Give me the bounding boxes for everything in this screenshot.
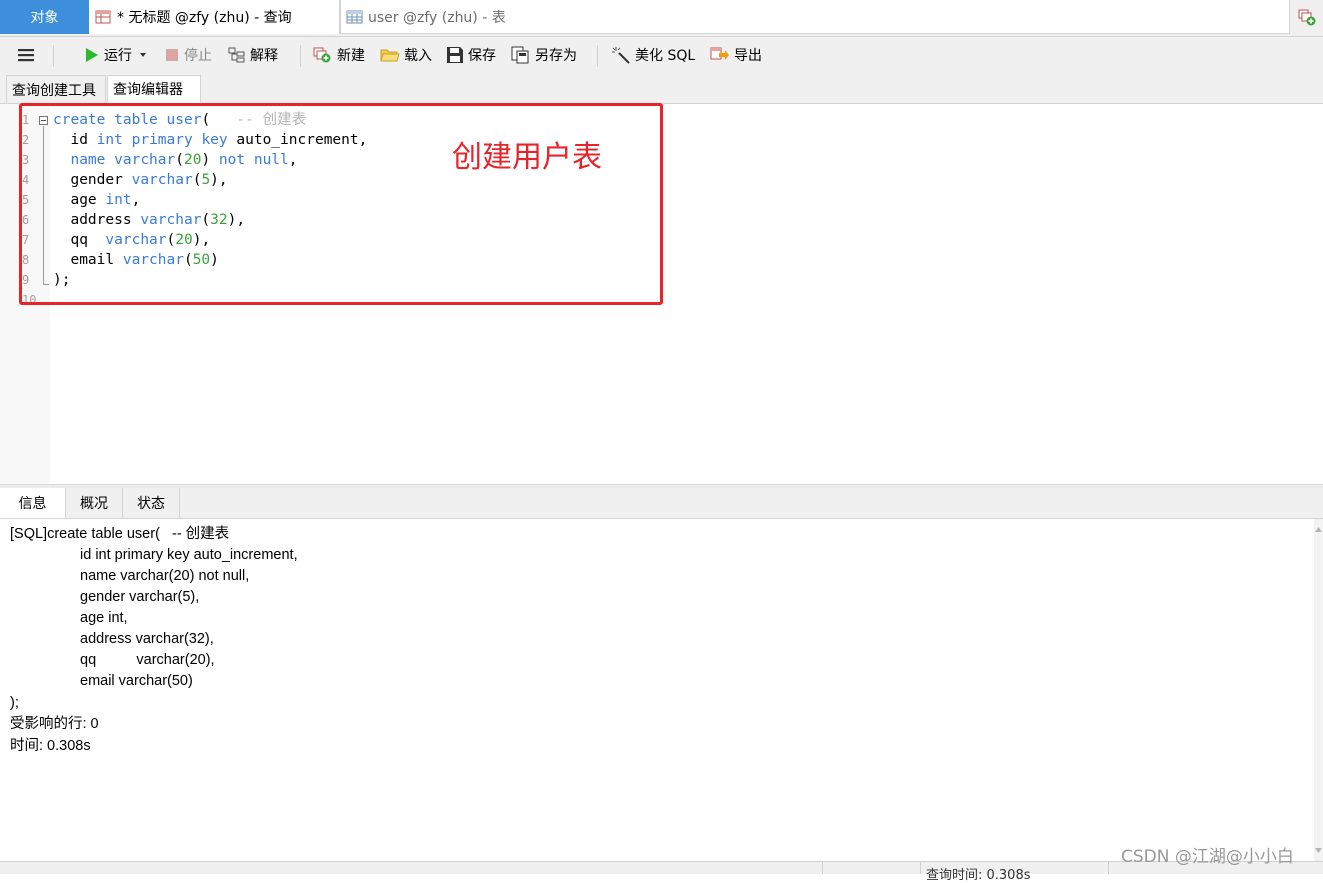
query-table-icon bbox=[95, 10, 111, 24]
tab-query-editor[interactable]: 查询编辑器 bbox=[107, 75, 201, 103]
save-as-label: 另存为 bbox=[535, 48, 577, 64]
scroll-up-icon[interactable] bbox=[1314, 525, 1323, 534]
save-as-icon bbox=[511, 46, 529, 64]
query-time: 查询时间: 0.308s bbox=[926, 868, 1031, 883]
status-separator bbox=[920, 862, 921, 874]
tab-query-editor-label: 查询编辑器 bbox=[113, 82, 183, 98]
tab-status-label: 状态 bbox=[137, 496, 165, 512]
output-line: ); bbox=[10, 695, 19, 711]
save-button[interactable]: 保存 bbox=[446, 37, 496, 73]
output-scrollbar[interactable] bbox=[1314, 519, 1323, 861]
new-button[interactable]: 新建 bbox=[313, 37, 365, 73]
output-line: email varchar(50) bbox=[80, 673, 193, 689]
magic-wand-icon bbox=[612, 47, 630, 64]
output-line: qq varchar(20), bbox=[80, 652, 215, 668]
save-icon bbox=[447, 47, 463, 63]
new-label: 新建 bbox=[337, 48, 365, 64]
stop-label: 停止 bbox=[184, 48, 212, 64]
toolbar-separator bbox=[300, 45, 301, 67]
output-line: age int, bbox=[80, 610, 128, 626]
explain-label: 解释 bbox=[250, 48, 278, 64]
tab-info-label: 信息 bbox=[18, 495, 47, 512]
sql-editor[interactable]: 1 2 3 4 5 6 7 8 9 10 create table user( … bbox=[0, 103, 1323, 484]
play-icon bbox=[86, 48, 98, 62]
tab-table-label: user @zfy (zhu) - 表 bbox=[368, 9, 506, 26]
status-separator bbox=[1108, 862, 1109, 874]
result-tabs: 信息 概况 状态 bbox=[0, 488, 1323, 519]
explain-icon bbox=[228, 47, 245, 63]
elapsed-time: 时间: 0.308s bbox=[10, 738, 91, 754]
toolbar-separator bbox=[53, 45, 54, 67]
run-button[interactable]: 运行 bbox=[84, 37, 152, 73]
tab-info[interactable]: 信息 bbox=[0, 488, 66, 518]
folder-open-icon bbox=[380, 49, 400, 62]
load-label: 载入 bbox=[404, 48, 432, 64]
export-icon bbox=[710, 47, 729, 60]
editor-mode-tabs: 查询创建工具 查询编辑器 bbox=[0, 73, 1323, 104]
tab-objects[interactable]: 对象 bbox=[0, 0, 89, 34]
menu-button[interactable] bbox=[17, 37, 39, 73]
table-icon bbox=[346, 10, 363, 23]
tab-query[interactable]: * 无标题 @zfy (zhu) - 查询 bbox=[89, 0, 340, 34]
tab-objects-label: 对象 bbox=[30, 10, 59, 26]
load-button[interactable]: 载入 bbox=[380, 37, 432, 73]
affected-rows: 受影响的行: 0 bbox=[10, 716, 99, 732]
output-line: gender varchar(5), bbox=[80, 589, 200, 605]
tab-overview[interactable]: 概况 bbox=[66, 488, 123, 518]
window-tab-bar: 对象 * 无标题 @zfy (zhu) - 查询 user @zfy (zhu)… bbox=[0, 0, 1323, 37]
scroll-down-icon[interactable] bbox=[1314, 846, 1323, 855]
stop-icon bbox=[166, 49, 178, 61]
message-output[interactable]: [SQL]create table user( -- 创建表 id int pr… bbox=[0, 519, 1314, 861]
hamburger-icon bbox=[18, 49, 34, 62]
tab-table[interactable]: user @zfy (zhu) - 表 bbox=[340, 0, 1290, 34]
new-tab-button[interactable] bbox=[1290, 0, 1323, 34]
save-label: 保存 bbox=[468, 48, 496, 64]
beautify-sql-button[interactable]: 美化 SQL bbox=[611, 37, 695, 73]
stop-button[interactable]: 停止 bbox=[164, 37, 212, 73]
output-line: [SQL]create table user( -- 创建表 bbox=[10, 526, 230, 542]
beautify-sql-label: 美化 SQL bbox=[635, 48, 696, 64]
new-query-icon bbox=[313, 47, 331, 63]
tab-query-builder-label: 查询创建工具 bbox=[12, 82, 96, 99]
output-line: id int primary key auto_increment, bbox=[80, 547, 298, 563]
output-line: address varchar(32), bbox=[80, 631, 214, 647]
tab-query-builder[interactable]: 查询创建工具 bbox=[6, 75, 106, 103]
export-label: 导出 bbox=[734, 48, 762, 64]
toolbar-separator bbox=[597, 45, 598, 67]
annotation-label: 创建用户表 bbox=[452, 140, 602, 175]
explain-button[interactable]: 解释 bbox=[228, 37, 278, 73]
save-as-button[interactable]: 另存为 bbox=[511, 37, 577, 73]
new-tab-icon bbox=[1298, 9, 1315, 26]
caret-down-icon[interactable] bbox=[138, 50, 148, 60]
toolbar: 运行 停止 解释 新建 载入 保存 另存为 美化 SQL 导出 bbox=[0, 37, 1323, 73]
watermark: CSDN @江湖@小小白 bbox=[1121, 847, 1294, 867]
tab-overview-label: 概况 bbox=[80, 496, 108, 512]
tab-status[interactable]: 状态 bbox=[123, 488, 180, 518]
run-label: 运行 bbox=[104, 48, 132, 64]
export-button[interactable]: 导出 bbox=[710, 37, 762, 73]
output-line: name varchar(20) not null, bbox=[80, 568, 250, 584]
status-separator bbox=[822, 862, 823, 874]
tab-query-label: * 无标题 @zfy (zhu) - 查询 bbox=[117, 10, 292, 26]
